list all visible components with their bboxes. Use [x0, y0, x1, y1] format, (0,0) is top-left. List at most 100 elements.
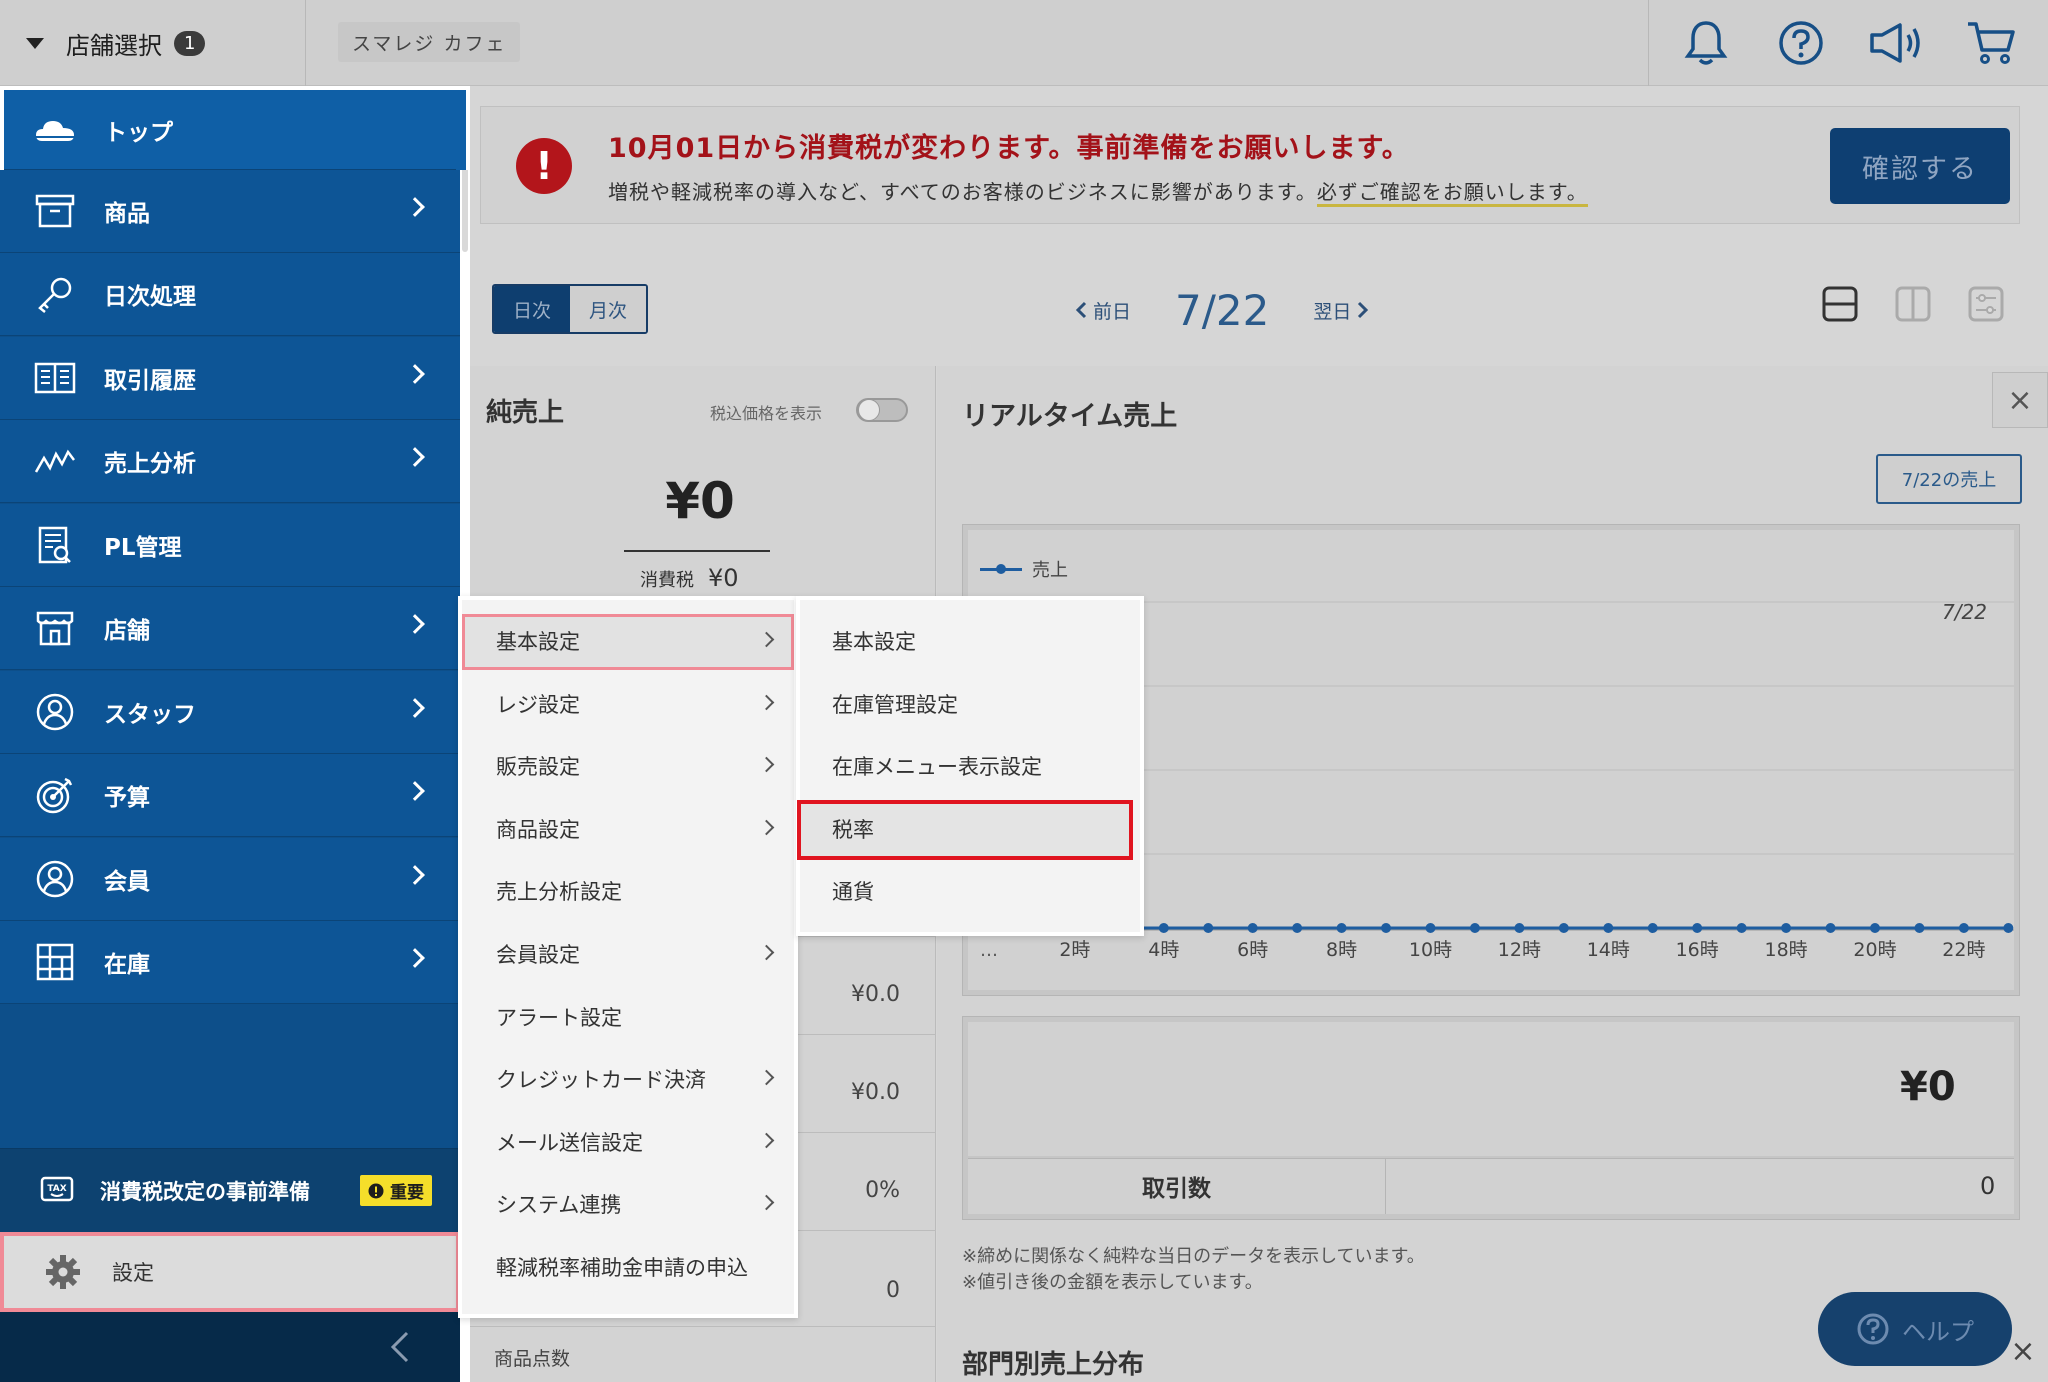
chevron-left-icon	[1075, 301, 1087, 319]
chevron-right-icon	[1358, 301, 1369, 319]
net-sales-title: 純売上	[486, 398, 565, 428]
layout-settings-icon[interactable]	[1968, 286, 2004, 322]
gear-icon	[46, 1255, 80, 1289]
notice-body-text: 増税や軽減税率の導入など、すべてのお客様のビジネスに影響があります。	[608, 180, 1317, 204]
tax-amount: ¥0	[708, 564, 739, 592]
confirm-button[interactable]: 確認する	[1830, 128, 2010, 204]
tick-label: 14時	[1587, 939, 1630, 961]
settings-menu-item[interactable]: アラート設定	[462, 986, 794, 1048]
tax-icon: TAX	[40, 1176, 74, 1201]
sidebar-item-2[interactable]: 商品	[0, 169, 460, 253]
tax-label: 消費税	[640, 570, 694, 591]
menu-item-label: 通貨	[832, 880, 874, 905]
settings-menu-item[interactable]: レジ設定	[462, 673, 794, 735]
cart-icon[interactable]	[1961, 13, 2021, 73]
summary-amount: ¥0	[1900, 1064, 1956, 1110]
sidebar-item-1[interactable]: トップ	[4, 90, 456, 170]
stat-value: ¥0.0	[851, 1080, 900, 1105]
sidebar-item-label: 店舗	[104, 618, 150, 644]
data-point	[1958, 923, 1969, 933]
close-icon[interactable]: ×	[2008, 1334, 2038, 1369]
sidebar-item-8[interactable]: スタッフ	[0, 670, 460, 754]
monthly-tab[interactable]: 月次	[570, 286, 646, 332]
current-date: 7/22	[1175, 285, 1270, 335]
megaphone-icon[interactable]	[1866, 13, 1926, 73]
sidebar-item-3[interactable]: 日次処理	[0, 253, 460, 336]
settings-menu-item[interactable]: メール送信設定	[462, 1111, 794, 1173]
settings-menu-item[interactable]: 会員設定	[462, 923, 794, 985]
chevron-right-icon	[758, 756, 775, 773]
daily-sales-button[interactable]: 7/22の売上	[1876, 454, 2022, 504]
data-point	[1336, 923, 1347, 933]
settings-menu-item[interactable]: システム連携	[462, 1173, 794, 1235]
tick-label: 8時	[1326, 939, 1357, 961]
basic-settings-submenu-item[interactable]: 通貨	[800, 860, 1130, 922]
store-select-dropdown[interactable]: 店舗選択 1	[0, 0, 306, 86]
layout-columns-icon[interactable]	[1895, 286, 1931, 322]
layout-rows-icon[interactable]	[1822, 286, 1858, 322]
tick-label: 16時	[1676, 939, 1719, 961]
help-circle-icon[interactable]	[1771, 13, 1831, 73]
sidebar-item-label: 商品	[104, 200, 150, 227]
settings-menu-item[interactable]: 売上分析設定	[462, 860, 794, 922]
data-point	[1514, 923, 1525, 933]
grid-icon	[34, 941, 76, 983]
settings-menu-item[interactable]: 基本設定	[462, 610, 794, 672]
stat-value: 0%	[865, 1178, 900, 1203]
notice-title: 10月01日から消費税が変わります。事前準備をお願いします。	[608, 133, 1410, 164]
tick-label: 22時	[1942, 939, 1985, 961]
notice-body-highlight: 必ずご確認をお願いします。	[1316, 180, 1588, 207]
tick-label: …	[980, 940, 998, 961]
bell-icon[interactable]	[1676, 13, 1736, 73]
basic-settings-submenu-item[interactable]: 在庫メニュー表示設定	[800, 735, 1130, 797]
data-point	[2003, 923, 2014, 933]
close-icon[interactable]: ×	[1992, 372, 2048, 428]
daily-tab[interactable]: 日次	[494, 286, 570, 332]
sidebar-item-5[interactable]: 売上分析	[0, 420, 460, 503]
data-point	[1469, 923, 1480, 933]
tax-included-toggle[interactable]	[856, 398, 908, 422]
menu-item-label: 会員設定	[496, 943, 580, 967]
date-navigation: 前日 7/22 翌日	[1075, 280, 1369, 340]
basic-settings-submenu-item[interactable]: 税率	[800, 798, 1130, 860]
sidebar-item-10[interactable]: 会員	[0, 837, 460, 921]
chart-legend: 売上	[980, 556, 1068, 582]
sidebar-item-9[interactable]: 予算	[0, 754, 460, 837]
help-button[interactable]: ヘルプ	[1818, 1292, 2012, 1366]
chevron-right-icon	[405, 447, 425, 467]
menu-item-label: システム連携	[496, 1193, 622, 1218]
chevron-right-icon	[758, 944, 775, 961]
chevron-right-icon	[758, 1069, 775, 1086]
sidebar-item-label: トップ	[104, 119, 173, 146]
settings-menu-item[interactable]: 商品設定	[462, 798, 794, 860]
sidebar-item-7[interactable]: 店舗	[0, 587, 460, 670]
chevron-right-icon	[405, 864, 425, 885]
basic-settings-submenu-item[interactable]: 基本設定	[800, 610, 1130, 672]
sidebar-item-11[interactable]: 在庫	[0, 921, 460, 1004]
sidebar-item-4[interactable]: 取引履歴	[0, 336, 460, 420]
next-day-link[interactable]: 翌日	[1313, 297, 1369, 324]
transaction-count-label: 取引数	[968, 1158, 1386, 1214]
settings-menu-item[interactable]: 軽減税率補助金申請の申込	[462, 1236, 794, 1298]
settings-menu-item[interactable]: クレジットカード決済	[462, 1048, 794, 1110]
settings-menu-item[interactable]: 販売設定	[462, 735, 794, 797]
basic-settings-submenu-item[interactable]: 在庫管理設定	[800, 673, 1130, 735]
tax-prep-item[interactable]: TAX 消費税改定の事前準備 重要	[0, 1148, 460, 1232]
sidebar-item-6[interactable]: PL管理	[0, 503, 460, 587]
sidebar-item-label: 取引履歴	[104, 367, 196, 394]
chevron-right-icon	[405, 363, 425, 384]
chevron-right-icon	[758, 1195, 775, 1211]
store-count-badge: 1	[174, 30, 206, 56]
note: ※締めに関係なく純粋な当日のデータを表示しています。	[962, 1246, 1425, 1267]
chevron-left-icon[interactable]	[385, 1330, 415, 1364]
box-icon	[34, 190, 76, 232]
help-circle-icon	[1857, 1313, 1889, 1345]
menu-item-label: クレジットカード決済	[496, 1068, 706, 1093]
prev-day-link[interactable]: 前日	[1075, 297, 1131, 324]
sidebar-item-settings[interactable]: 設定	[0, 1232, 460, 1312]
target-icon	[34, 774, 76, 816]
period-toggle: 日次 月次	[492, 284, 648, 334]
divider	[624, 550, 770, 552]
chevron-right-icon	[758, 694, 775, 710]
menu-item-label: アラート設定	[496, 1005, 622, 1030]
